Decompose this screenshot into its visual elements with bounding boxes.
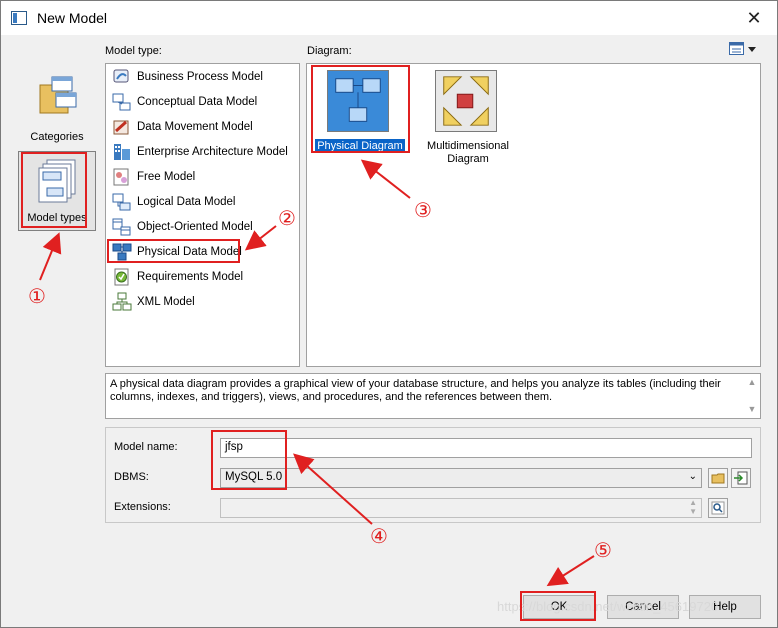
description-text: A physical data diagram provides a graph… [110, 378, 721, 403]
list-item-xml-model[interactable]: XML Model [110, 291, 296, 313]
category-label: Model types [27, 212, 87, 224]
model-properties-group: Model name: jfsp DBMS: MySQL 5.0 ⌄ Exten… [105, 427, 761, 523]
close-button[interactable]: ✕ [743, 7, 765, 29]
diagram-label-physical: Physical Diagram [315, 139, 405, 153]
xml-model-icon [112, 292, 132, 311]
data-movement-icon [113, 120, 129, 135]
help-button[interactable]: Help [689, 595, 761, 619]
list-item-conceptual-data-model[interactable]: Conceptual Data Model [110, 91, 296, 113]
logical-data-icon [112, 193, 131, 211]
diagram-item-physical-diagram[interactable]: Physical Diagram [315, 68, 405, 162]
conceptual-data-icon [112, 93, 131, 111]
physical-diagram-icon [327, 70, 389, 132]
object-oriented-icon [112, 218, 131, 236]
dbms-select[interactable]: MySQL 5.0 ⌄ [220, 468, 702, 488]
multidimensional-diagram-icon [435, 70, 497, 132]
dbms-properties-button[interactable] [731, 468, 751, 488]
extensions-browse-button[interactable] [708, 498, 728, 518]
list-item-logical-data-model[interactable]: Logical Data Model [110, 191, 296, 213]
diagram-item-multidimensional-diagram[interactable]: Multidimensional Diagram [423, 68, 513, 168]
new-model-dialog: New Model ✕ Categories Model types Model… [0, 0, 778, 628]
model-type-list[interactable]: Business Process Model Conceptual Data M… [105, 63, 300, 367]
cancel-button[interactable]: Cancel [607, 595, 679, 619]
diagram-label-multidimensional-line2: Diagram [447, 153, 489, 165]
diagram-label: Diagram: [307, 45, 352, 57]
category-label: Categories [30, 131, 84, 143]
description-scrollbar[interactable]: ▲ ▼ [746, 376, 758, 416]
list-item-data-movement-model[interactable]: Data Movement Model [110, 116, 296, 138]
scroll-down-icon[interactable]: ▼ [746, 403, 758, 416]
diagram-list[interactable]: Physical Diagram Multidimensional Diagra… [306, 63, 761, 367]
model-type-label: Model type: [105, 45, 162, 57]
app-window-icon [11, 11, 27, 25]
model-name-label: Model name: [114, 441, 178, 453]
title-bar: New Model ✕ [1, 1, 777, 35]
enterprise-architecture-icon [114, 144, 130, 160]
spinner-arrows-icon: ▲ ▼ [689, 498, 697, 516]
extensions-label: Extensions: [114, 501, 171, 513]
categories-icon [39, 76, 77, 114]
ok-button[interactable]: OK [523, 595, 595, 619]
list-item-physical-data-model[interactable]: Physical Data Model [110, 241, 296, 263]
category-categories[interactable]: Categories [18, 69, 96, 149]
chevron-down-icon: ⌄ [688, 471, 697, 482]
list-item-business-process-model[interactable]: Business Process Model [110, 66, 296, 88]
business-process-icon [113, 69, 129, 83]
scroll-up-icon[interactable]: ▲ [746, 376, 758, 389]
magnifier-icon [711, 501, 725, 515]
window-title: New Model [37, 10, 108, 26]
dbms-label: DBMS: [114, 471, 149, 483]
free-model-icon [113, 168, 129, 186]
model-description: A physical data diagram provides a graph… [105, 373, 761, 419]
model-types-icon [38, 159, 76, 203]
diagram-label-multidimensional-line1: Multidimensional [427, 140, 509, 152]
list-item-enterprise-architecture-model[interactable]: Enterprise Architecture Model [110, 141, 296, 163]
folder-icon [711, 473, 725, 484]
list-item-requirements-model[interactable]: Requirements Model [110, 266, 296, 288]
view-list-icon[interactable] [729, 42, 759, 58]
list-item-object-oriented-model[interactable]: Object-Oriented Model [110, 216, 296, 238]
category-model-types[interactable]: Model types [18, 151, 96, 231]
category-pane: Categories Model types [10, 61, 100, 615]
extensions-input: ▲ ▼ [220, 498, 702, 518]
requirements-icon [114, 268, 129, 286]
browse-folder-button[interactable] [708, 468, 728, 488]
model-name-input[interactable]: jfsp [220, 438, 752, 458]
physical-data-icon [112, 243, 132, 261]
dbms-import-icon [734, 471, 748, 485]
list-item-free-model[interactable]: Free Model [110, 166, 296, 188]
